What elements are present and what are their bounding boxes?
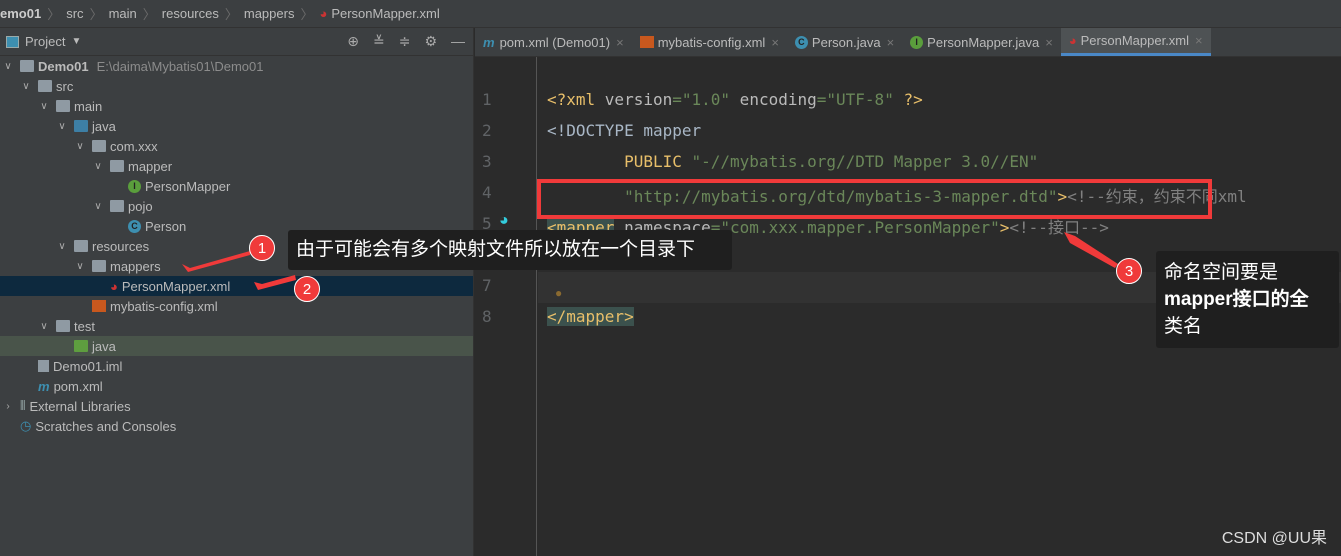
annotation-badge-2: 2 — [294, 276, 320, 302]
callout-text: mapper接口的全 — [1164, 289, 1309, 310]
callout-3: 命名空间要是 mapper接口的全 类名 — [1156, 251, 1339, 348]
annotation-badge-3: 3 — [1116, 258, 1142, 284]
callout-1: 由于可能会有多个映射文件所以放在一个目录下 — [288, 230, 732, 270]
callout-text: 类名 — [1164, 316, 1203, 337]
arrow-1 — [182, 251, 250, 272]
watermark: CSDN @UU果 — [1221, 530, 1327, 547]
arrow-3 — [1064, 232, 1118, 268]
callout-text: 命名空间要是 — [1164, 262, 1279, 283]
arrow-2 — [254, 275, 296, 290]
annotation-badge-1: 1 — [249, 235, 275, 261]
